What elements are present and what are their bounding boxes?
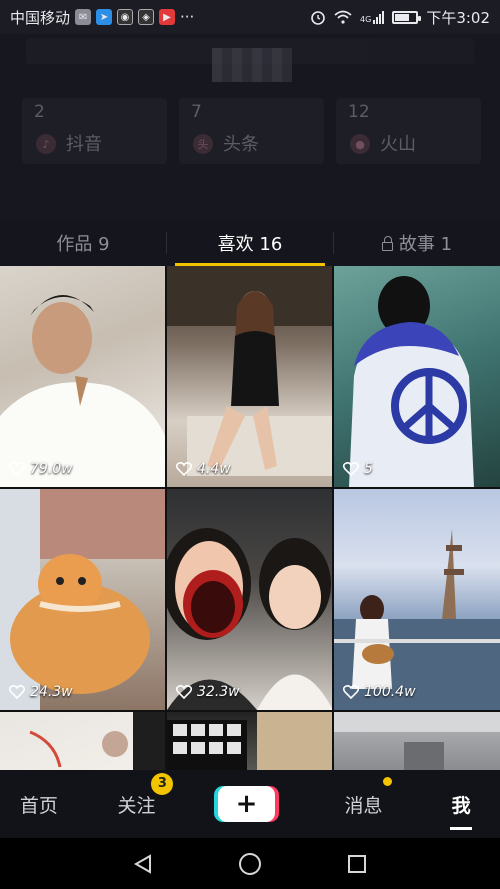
thumbnail-art	[167, 528, 332, 710]
thumbnail-art	[349, 276, 474, 487]
tab-label: 喜欢 16	[217, 234, 283, 255]
video-thumbnail[interactable]: 32.3w	[167, 489, 332, 710]
app-chip-count: 12	[348, 102, 370, 122]
blurred-avatar	[212, 48, 292, 82]
like-count: 24.3w	[9, 684, 73, 700]
like-count: 100.4w	[343, 684, 416, 700]
alarm-icon	[311, 11, 325, 25]
network-type-label: 4G	[360, 15, 372, 24]
video-thumbnail[interactable]: 100.4w	[334, 489, 500, 710]
back-icon[interactable]	[132, 853, 154, 875]
plus-icon: +	[235, 789, 258, 819]
create-button[interactable]: +	[218, 786, 275, 822]
video-grid: 79.0w 4.4w 5 24.3w 32.3w 100.4w	[0, 266, 500, 770]
thumbnail-art	[29, 712, 165, 770]
follow-badge: 3	[151, 772, 174, 795]
video-thumbnail[interactable]: 4.4w	[167, 266, 332, 487]
nav-messages-label: 消息	[344, 794, 383, 817]
tab-works[interactable]: 作品 9	[0, 220, 166, 266]
heart-icon	[343, 685, 359, 699]
app-chip-toutiao[interactable]: 7 头 头条	[179, 98, 324, 164]
like-count: 5	[343, 461, 373, 477]
heart-icon	[176, 462, 192, 476]
video-thumbnail[interactable]: 24.3w	[0, 489, 165, 710]
profile-header: 2 ♪ 抖音 7 头 头条 12 ● 火山	[0, 34, 500, 220]
like-count-value: 32.3w	[197, 684, 240, 700]
video-thumbnail[interactable]: 5	[334, 266, 500, 487]
flame-icon: ●	[350, 134, 370, 154]
video-thumbnail[interactable]	[0, 712, 165, 770]
wifi-icon	[334, 10, 352, 24]
nav-home[interactable]: 首页	[0, 791, 78, 818]
app-chip-count: 2	[34, 102, 45, 122]
layers-app-icon: ◈	[138, 9, 155, 25]
home-circle-icon[interactable]	[238, 852, 262, 876]
tab-label: 作品 9	[56, 234, 110, 255]
like-count-value: 79.0w	[30, 461, 73, 477]
video-app-icon: ▶	[159, 9, 176, 25]
like-count: 4.4w	[176, 461, 231, 477]
battery-icon	[392, 10, 422, 24]
bottom-nav: 首页 关注 3 + 消息 我	[0, 770, 500, 838]
app-chip-label: 抖音	[66, 134, 102, 155]
thumbnail-art	[0, 294, 165, 487]
heart-icon	[9, 685, 25, 699]
nav-me-label: 我	[451, 794, 471, 817]
status-bar: 中国移动 ✉ ➤ ◉ ◈ ▶ ··· 4G 下午3:02	[0, 0, 500, 34]
recents-square-icon[interactable]	[346, 853, 368, 875]
video-thumbnail[interactable]: 79.0w	[0, 266, 165, 487]
like-count: 79.0w	[9, 461, 73, 477]
heart-icon	[9, 462, 25, 476]
nav-home-label: 首页	[19, 794, 58, 817]
like-count-value: 4.4w	[197, 461, 231, 477]
battery-level	[395, 13, 410, 21]
toutiao-icon: 头	[193, 134, 213, 154]
app-chip-douyin[interactable]: 2 ♪ 抖音	[22, 98, 167, 164]
circle-app-icon: ◉	[117, 9, 134, 25]
profile-tabs: 作品 9 喜欢 16 故事 1	[0, 220, 500, 266]
tab-stories[interactable]: 故事 1	[334, 220, 500, 266]
signal-icon: 4G	[360, 10, 385, 24]
system-nav-bar	[0, 838, 500, 889]
tab-likes[interactable]: 喜欢 16	[167, 220, 333, 266]
heart-icon	[343, 462, 359, 476]
app-chip-label: 头条	[223, 134, 259, 155]
video-thumbnail[interactable]	[334, 712, 500, 770]
unread-dot	[383, 776, 393, 786]
thumbnail-art	[167, 712, 332, 770]
paper-plane-icon: ➤	[96, 9, 113, 25]
nav-me[interactable]: 我	[422, 791, 500, 830]
video-thumbnail[interactable]	[167, 712, 332, 770]
heart-icon	[176, 685, 192, 699]
music-note-icon: ♪	[36, 134, 56, 154]
linked-apps: 2 ♪ 抖音 7 头 头条 12 ● 火山	[22, 98, 482, 164]
like-count-value: 100.4w	[364, 684, 416, 700]
nav-messages[interactable]: 消息	[325, 776, 403, 818]
thumbnail-art	[334, 712, 500, 770]
message-app-icon: ✉	[75, 9, 92, 25]
app-chip-label: 火山	[380, 134, 416, 155]
thumbnail-art	[0, 489, 165, 710]
nav-follow[interactable]: 关注 3	[98, 772, 176, 818]
lock-icon	[381, 235, 393, 251]
like-count-value: 24.3w	[30, 684, 73, 700]
carrier-label: 中国移动	[10, 8, 71, 27]
clock-label: 下午3:02	[426, 8, 490, 27]
thumbnail-art	[167, 266, 332, 476]
app-chip-count: 7	[191, 102, 202, 122]
tab-label: 故事 1	[398, 234, 453, 255]
app-chip-huoshan[interactable]: 12 ● 火山	[336, 98, 481, 164]
thumbnail-art	[334, 529, 500, 710]
like-count-value: 5	[364, 461, 373, 477]
nav-follow-label: 关注	[117, 794, 156, 817]
like-count: 32.3w	[176, 684, 240, 700]
more-notifications-icon: ···	[180, 8, 195, 26]
